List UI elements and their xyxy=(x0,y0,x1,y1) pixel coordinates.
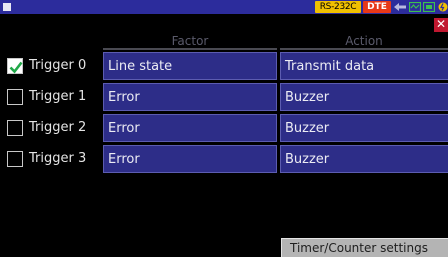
trigger-1-checkbox[interactable] xyxy=(7,89,23,105)
mode-badge: DTE xyxy=(363,1,391,13)
trigger-0-action[interactable]: Transmit data xyxy=(280,52,448,80)
action-column-header: Action xyxy=(345,34,383,48)
trigger-2-factor[interactable]: Error xyxy=(103,114,277,142)
timer-counter-settings-button[interactable]: Timer/Counter settings xyxy=(281,238,448,257)
trigger-row-0: Trigger 0 Line state Transmit data xyxy=(0,52,448,80)
line-monitor-icon xyxy=(409,2,421,12)
action-header-rule xyxy=(280,48,448,50)
factor-column-header: Factor xyxy=(171,34,209,48)
close-button[interactable]: ✕ xyxy=(434,18,448,32)
checkmark-icon xyxy=(9,61,23,74)
trigger-2-checkbox[interactable] xyxy=(7,120,23,136)
trigger-3-action[interactable]: Buzzer xyxy=(280,145,448,173)
trigger-0-factor[interactable]: Line state xyxy=(103,52,277,80)
factor-header-rule xyxy=(103,48,277,50)
trigger-row-3: Trigger 3 Error Buzzer xyxy=(0,145,448,173)
trigger-3-label: Trigger 3 xyxy=(29,151,87,166)
status-bar: RS-232C DTE xyxy=(0,0,448,14)
trigger-0-checkbox[interactable] xyxy=(7,58,23,74)
trigger-0-label: Trigger 0 xyxy=(29,58,87,73)
trigger-1-label: Trigger 1 xyxy=(29,89,87,104)
interface-badge: RS-232C xyxy=(315,1,361,13)
power-icon xyxy=(438,2,448,12)
trigger-row-2: Trigger 2 Error Buzzer xyxy=(0,114,448,142)
trigger-1-action[interactable]: Buzzer xyxy=(280,83,448,111)
trigger-row-1: Trigger 1 Error Buzzer xyxy=(0,83,448,111)
transfer-arrow-icon xyxy=(394,3,406,11)
trigger-3-checkbox[interactable] xyxy=(7,151,23,167)
screen-icon xyxy=(423,2,435,12)
trigger-2-label: Trigger 2 xyxy=(29,120,87,135)
trigger-3-factor[interactable]: Error xyxy=(103,145,277,173)
menu-icon[interactable] xyxy=(3,3,11,11)
trigger-2-action[interactable]: Buzzer xyxy=(280,114,448,142)
trigger-1-factor[interactable]: Error xyxy=(103,83,277,111)
